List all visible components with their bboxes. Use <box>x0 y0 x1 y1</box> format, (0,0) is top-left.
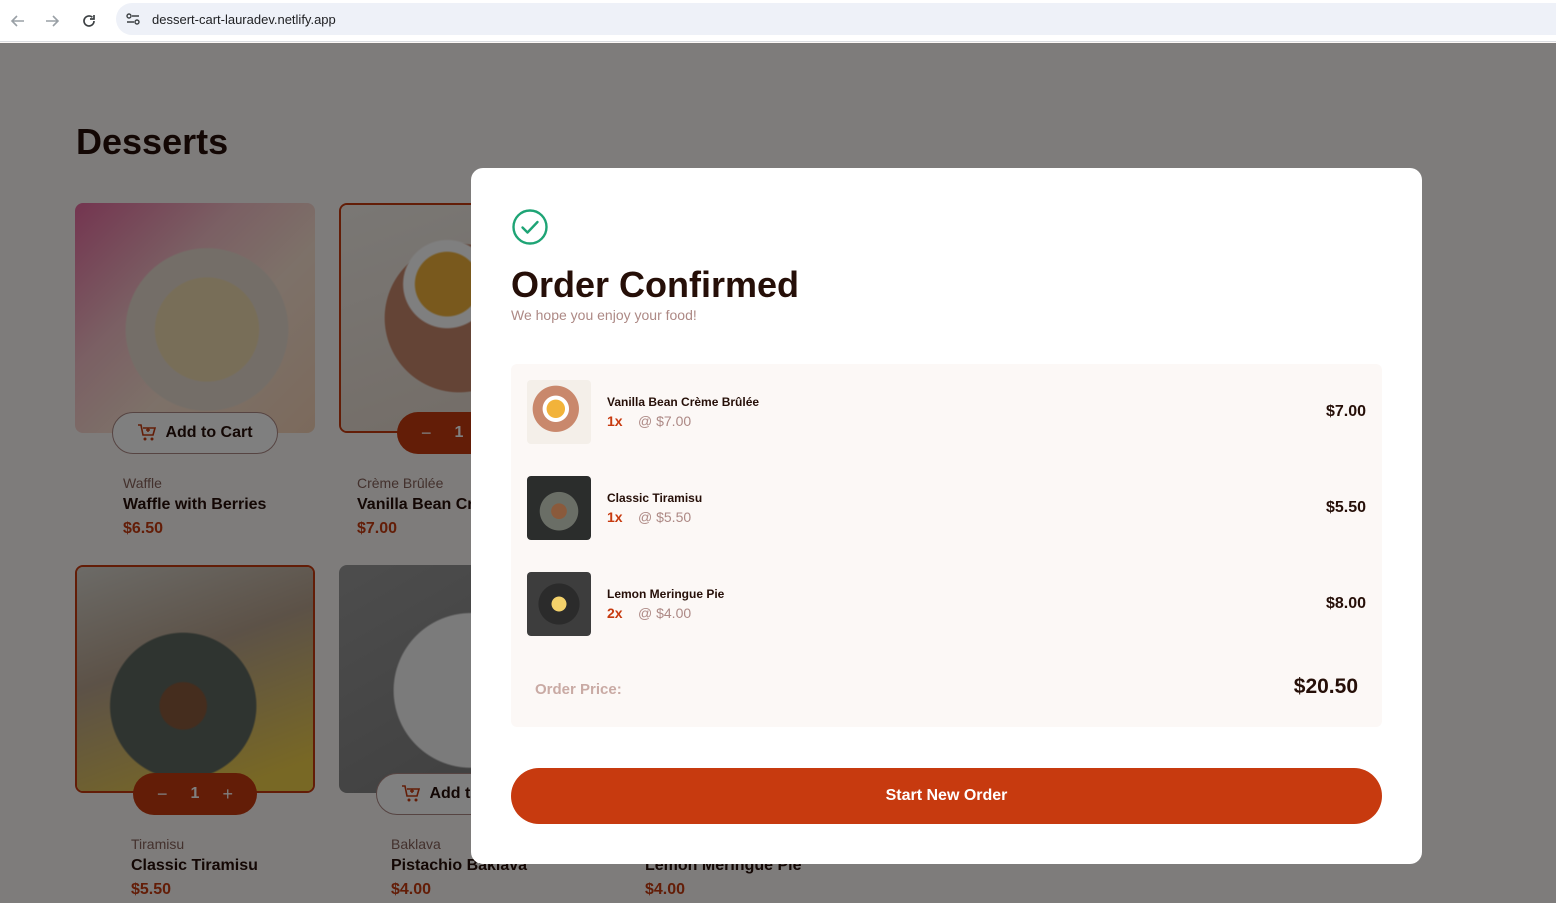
start-new-order-button[interactable]: Start New Order <box>511 768 1382 824</box>
item-thumbnail <box>527 572 591 636</box>
order-price-label: Order Price: <box>535 681 622 698</box>
forward-arrow-icon[interactable] <box>34 3 70 39</box>
order-item: Lemon Meringue Pie 2x @ $4.00 $8.00 <box>527 572 1366 636</box>
address-bar[interactable]: dessert-cart-lauradev.netlify.app <box>116 3 1556 35</box>
modal-subtitle: We hope you enjoy your food! <box>511 307 697 323</box>
check-circle-icon <box>512 209 548 245</box>
modal-title: Order Confirmed <box>511 264 800 305</box>
item-name: Classic Tiramisu <box>607 491 703 505</box>
item-name: Vanilla Bean Crème Brûlée <box>607 395 760 409</box>
item-unit-price: @ $5.50 <box>638 509 692 525</box>
item-total: $7.00 <box>1325 403 1366 420</box>
item-thumbnail <box>527 380 591 444</box>
order-confirmed-modal: Order Confirmed We hope you enjoy your f… <box>471 168 1422 864</box>
order-summary: Vanilla Bean Crème Brûlée 1x @ $7.00 $7.… <box>511 364 1382 727</box>
item-unit-price: @ $7.00 <box>638 413 692 429</box>
site-info-icon[interactable] <box>118 3 148 35</box>
item-total: $5.50 <box>1325 499 1366 516</box>
item-name: Lemon Meringue Pie <box>607 587 725 601</box>
url-text: dessert-cart-lauradev.netlify.app <box>152 11 336 27</box>
item-quantity: 1x <box>607 509 623 525</box>
item-unit-price: @ $4.00 <box>638 605 692 621</box>
item-quantity: 2x <box>607 605 623 621</box>
order-item: Classic Tiramisu 1x @ $5.50 $5.50 <box>527 476 1366 540</box>
order-price-total: $20.50 <box>1293 675 1358 698</box>
browser-toolbar: dessert-cart-lauradev.netlify.app <box>0 0 1556 42</box>
order-item: Vanilla Bean Crème Brûlée 1x @ $7.00 $7.… <box>527 380 1366 444</box>
reload-icon[interactable] <box>71 3 107 39</box>
item-thumbnail <box>527 476 591 540</box>
back-arrow-icon[interactable] <box>0 3 36 39</box>
item-quantity: 1x <box>607 413 623 429</box>
item-total: $8.00 <box>1325 595 1366 612</box>
page-content: Desserts Add to Cart Waffle Waffle with … <box>0 43 1556 903</box>
